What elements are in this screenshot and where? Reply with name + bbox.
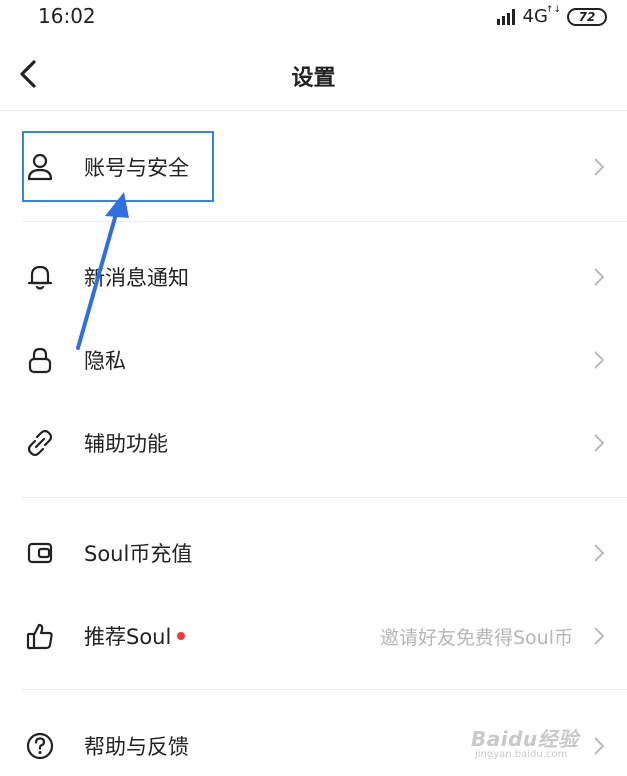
chevron-right-icon: [594, 351, 605, 369]
watermark: Baidu经验 jingyan.baidu.com: [471, 719, 621, 767]
signal-icon: [496, 8, 515, 25]
menu-item-label: 推荐Soul: [84, 621, 186, 651]
lock-icon: [28, 347, 52, 374]
menu-item-privacy[interactable]: 隐私: [0, 330, 627, 390]
header: 设置: [0, 40, 627, 111]
menu-item-recommend[interactable]: 推荐Soul 邀请好友免费得Soul币: [0, 606, 627, 666]
menu-item-label: 隐私: [84, 349, 126, 373]
status-time: 16:02: [38, 4, 96, 28]
chevron-right-icon: [594, 627, 605, 645]
section-divider: [22, 497, 627, 498]
menu-item-accessibility[interactable]: 辅助功能: [0, 413, 627, 473]
battery-level: 72: [578, 9, 596, 24]
watermark-url: jingyan.baidu.com: [475, 749, 568, 760]
thumbs-up-icon: [26, 623, 53, 650]
section-divider: [22, 221, 627, 222]
watermark-logo: Baidu经验: [471, 727, 579, 751]
status-indicators: 4G↑↓ 72: [496, 5, 607, 28]
network-activity-icon: ↑↓: [545, 5, 561, 15]
chevron-right-icon: [594, 158, 605, 176]
menu-item-label: Soul币充值: [84, 542, 193, 566]
status-bar: 16:02 4G↑↓ 72: [0, 0, 627, 36]
menu-item-label: 辅助功能: [84, 432, 168, 456]
menu-item-hint: 邀请好友免费得Soul币: [379, 627, 573, 649]
chevron-right-icon: [594, 434, 605, 452]
wallet-icon: [27, 542, 53, 564]
bell-icon: [27, 265, 53, 290]
battery-icon: 72: [567, 7, 607, 26]
menu-item-recharge[interactable]: Soul币充值: [0, 523, 627, 583]
help-circle-icon: [26, 732, 54, 760]
section-divider: [22, 689, 627, 690]
notification-badge: [177, 632, 186, 640]
network-type: 4G↑↓: [522, 5, 562, 28]
page-title: 设置: [291, 66, 336, 91]
menu-item-notifications[interactable]: 新消息通知: [0, 247, 627, 307]
link-icon: [27, 429, 53, 457]
highlight-box: [22, 131, 214, 202]
menu-item-label: 新消息通知: [84, 266, 189, 290]
menu-item-label: 帮助与反馈: [84, 735, 189, 759]
chevron-right-icon: [594, 544, 605, 562]
chevron-right-icon: [594, 268, 605, 286]
